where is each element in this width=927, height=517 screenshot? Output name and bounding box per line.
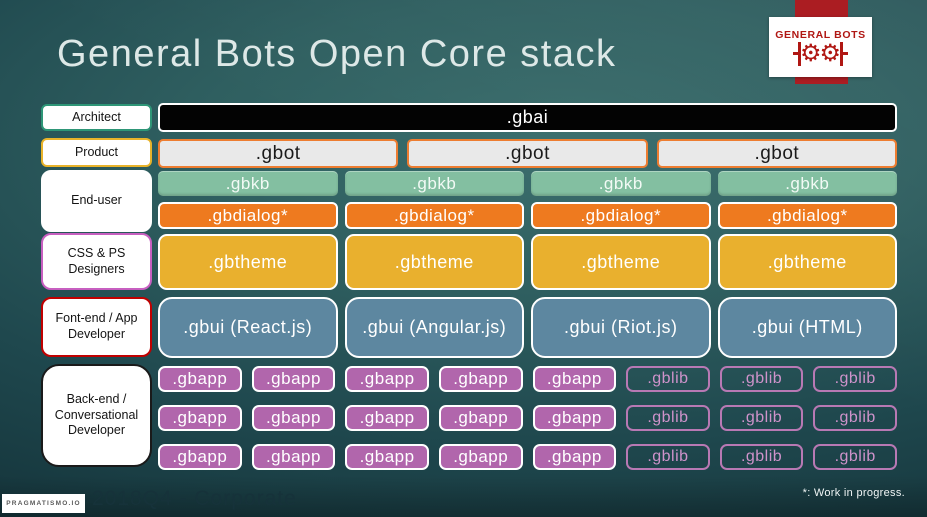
gbdialog-box: .gbdialog* bbox=[531, 202, 711, 229]
gbapp-box: .gbapp bbox=[438, 366, 523, 392]
gbot-box: .gbot bbox=[656, 139, 897, 168]
row-gbot: .gbot .gbot .gbot bbox=[158, 139, 897, 168]
general-bots-logo: GENERAL BOTS ⚙ ⚙ bbox=[769, 17, 872, 77]
gbkb-box: .gbkb bbox=[717, 171, 897, 196]
row-label-architect: Architect bbox=[41, 104, 152, 131]
gbtheme-box: .gbtheme bbox=[158, 234, 338, 290]
gbui-box: .gbui (Angular.js) bbox=[344, 297, 524, 358]
row-gbapp-1: .gbapp .gbapp .gbapp .gbapp .gbapp .gbli… bbox=[158, 366, 897, 392]
gbapp-box: .gbapp bbox=[345, 366, 429, 392]
gblib-box: .gblib bbox=[626, 444, 710, 470]
gbui-box: .gbui (Riot.js) bbox=[531, 297, 711, 358]
gbapp-box: .gbapp bbox=[532, 366, 617, 392]
gbkb-box: .gbkb bbox=[531, 171, 711, 196]
gears-icon: ⚙ ⚙ bbox=[793, 39, 848, 67]
gear-icon: ⚙ bbox=[799, 39, 822, 67]
row-gbai: .gbai bbox=[158, 103, 897, 132]
row-gbapp-2: .gbapp .gbapp .gbapp .gbapp .gbapp .gbli… bbox=[158, 405, 897, 431]
row-gbdialog: .gbdialog* .gbdialog* .gbdialog* .gbdial… bbox=[158, 202, 897, 229]
gbkb-box: .gbkb bbox=[344, 171, 524, 196]
gbui-box: .gbui (React.js) bbox=[158, 297, 338, 358]
gbkb-box: .gbkb bbox=[158, 171, 338, 196]
row-label-css-ps-designers: CSS & PS Designers bbox=[41, 233, 152, 290]
gbapp-box: .gbapp bbox=[532, 405, 617, 431]
footer-caption: 2018Q4 - Corporate bbox=[92, 487, 297, 510]
pragmatismo-logo: PRAGMATISMO.IO bbox=[2, 494, 85, 513]
gbot-box: .gbot bbox=[407, 139, 648, 168]
gblib-box: .gblib bbox=[719, 444, 804, 470]
row-label-frontend-developer: Font-end / App Developer bbox=[41, 297, 152, 357]
gbdialog-box: .gbdialog* bbox=[717, 202, 897, 229]
gbapp-box: .gbapp bbox=[251, 444, 336, 470]
row-label-backend-developer: Back-end / Conversational Developer bbox=[41, 364, 152, 467]
gbapp-box: .gbapp bbox=[158, 405, 242, 431]
gbdialog-box: .gbdialog* bbox=[344, 202, 524, 229]
gbapp-box: .gbapp bbox=[345, 444, 429, 470]
slide-background: GENERAL BOTS ⚙ ⚙ General Bots Open Core s… bbox=[0, 0, 927, 517]
gbtheme-box: .gbtheme bbox=[531, 234, 711, 290]
work-in-progress-note: *: Work in progress. bbox=[802, 487, 905, 499]
gbapp-box: .gbapp bbox=[251, 366, 336, 392]
gbui-box: .gbui (HTML) bbox=[717, 297, 897, 358]
gblib-box: .gblib bbox=[813, 444, 897, 470]
row-label-end-user: End-user bbox=[41, 170, 152, 232]
gblib-box: .gblib bbox=[719, 405, 804, 431]
gblib-box: .gblib bbox=[626, 405, 710, 431]
gblib-box: .gblib bbox=[813, 366, 897, 392]
gear-icon: ⚙ bbox=[819, 39, 842, 67]
row-gbkb: .gbkb .gbkb .gbkb .gbkb bbox=[158, 171, 897, 196]
gbot-box: .gbot bbox=[158, 139, 399, 168]
gblib-box: .gblib bbox=[626, 366, 710, 392]
row-gbui: .gbui (React.js) .gbui (Angular.js) .gbu… bbox=[158, 297, 897, 358]
gbapp-box: .gbapp bbox=[158, 366, 242, 392]
gblib-box: .gblib bbox=[719, 366, 804, 392]
gear-bar-right-tick bbox=[842, 52, 848, 55]
gbdialog-box: .gbdialog* bbox=[158, 202, 338, 229]
row-gbtheme: .gbtheme .gbtheme .gbtheme .gbtheme bbox=[158, 234, 897, 290]
page-title: General Bots Open Core stack bbox=[57, 33, 617, 75]
gbapp-box: .gbapp bbox=[251, 405, 336, 431]
gbai-box: .gbai bbox=[158, 103, 897, 132]
gbapp-box: .gbapp bbox=[438, 405, 523, 431]
gbapp-box: .gbapp bbox=[158, 444, 242, 470]
logo-brand-text: GENERAL BOTS bbox=[775, 28, 866, 41]
gbapp-box: .gbapp bbox=[438, 444, 523, 470]
gblib-box: .gblib bbox=[813, 405, 897, 431]
row-label-product: Product bbox=[41, 138, 152, 167]
row-gbapp-3: .gbapp .gbapp .gbapp .gbapp .gbapp .gbli… bbox=[158, 444, 897, 470]
gbtheme-box: .gbtheme bbox=[344, 234, 524, 290]
gbapp-box: .gbapp bbox=[532, 444, 617, 470]
gbtheme-box: .gbtheme bbox=[717, 234, 897, 290]
gbapp-box: .gbapp bbox=[345, 405, 429, 431]
